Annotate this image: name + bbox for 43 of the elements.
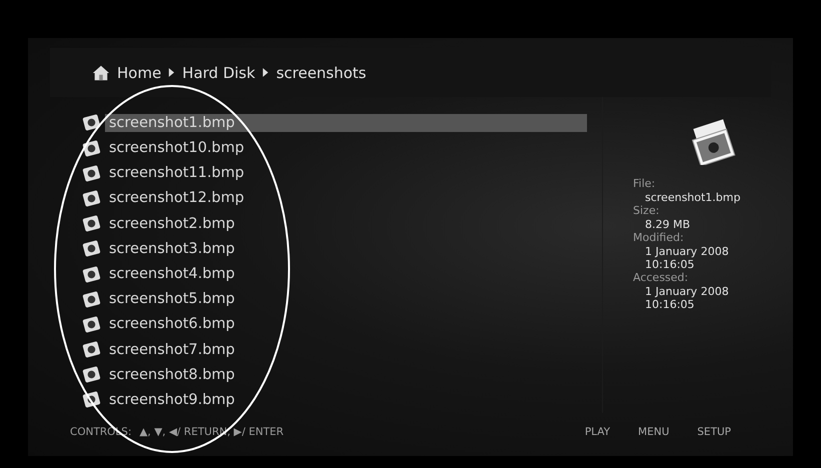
home-icon <box>92 64 110 82</box>
image-file-icon <box>82 188 101 208</box>
detail-value: 1 January 2008 <box>644 285 729 298</box>
chevron-icon <box>262 67 270 78</box>
file-list-item[interactable]: screenshot9.bmp <box>105 390 587 409</box>
image-file-icon <box>82 390 101 410</box>
breadcrumb-item[interactable]: screenshots <box>276 64 366 82</box>
file-list-item[interactable]: screenshot12.bmp <box>105 189 587 208</box>
footer-button[interactable]: PLAY <box>584 426 610 438</box>
image-file-icon <box>82 264 101 284</box>
detail-value: screenshot1.bmp <box>644 191 740 204</box>
file-list-item[interactable]: screenshot1.bmp <box>105 114 587 132</box>
file-list-item[interactable]: screenshot5.bmp <box>105 290 587 308</box>
image-file-icon <box>82 214 101 234</box>
file-list-item[interactable]: screenshot8.bmp <box>105 366 587 384</box>
detail-value: 1 January 2008 <box>644 245 729 258</box>
file-list-item[interactable]: screenshot4.bmp <box>105 265 587 284</box>
detail-label: Accessed: <box>633 271 688 286</box>
footer-button[interactable]: SETUP <box>697 426 731 438</box>
file-list-item[interactable]: screenshot6.bmp <box>105 315 587 334</box>
image-file-icon <box>82 138 101 158</box>
file-list-item[interactable]: screenshot3.bmp <box>105 240 587 258</box>
detail-label: File: <box>633 177 656 192</box>
image-file-icon <box>82 164 101 183</box>
chevron-icon <box>168 67 176 78</box>
file-list-item[interactable]: screenshot7.bmp <box>105 340 587 359</box>
image-file-icon <box>82 290 101 309</box>
image-file-icon <box>82 340 101 360</box>
detail-value: 10:16:05 <box>644 298 694 312</box>
footer-button[interactable]: MENU <box>638 426 670 438</box>
breadcrumb-item[interactable]: Home <box>117 64 162 82</box>
image-file-icon <box>82 239 101 258</box>
image-file-icon <box>82 365 101 384</box>
file-list-item[interactable]: screenshot10.bmp <box>105 139 587 158</box>
file-list-item[interactable]: screenshot2.bmp <box>105 214 587 233</box>
detail-label: Size: <box>633 204 660 218</box>
image-file-icon <box>82 314 101 334</box>
file-list-item[interactable]: screenshot11.bmp <box>105 164 587 182</box>
detail-label: Modified: <box>633 231 684 246</box>
image-file-icon <box>82 113 101 132</box>
detail-value: 10:16:05 <box>644 258 694 272</box>
detail-value: 8.29 MB <box>644 218 690 232</box>
breadcrumb-item[interactable]: Hard Disk <box>182 64 256 82</box>
